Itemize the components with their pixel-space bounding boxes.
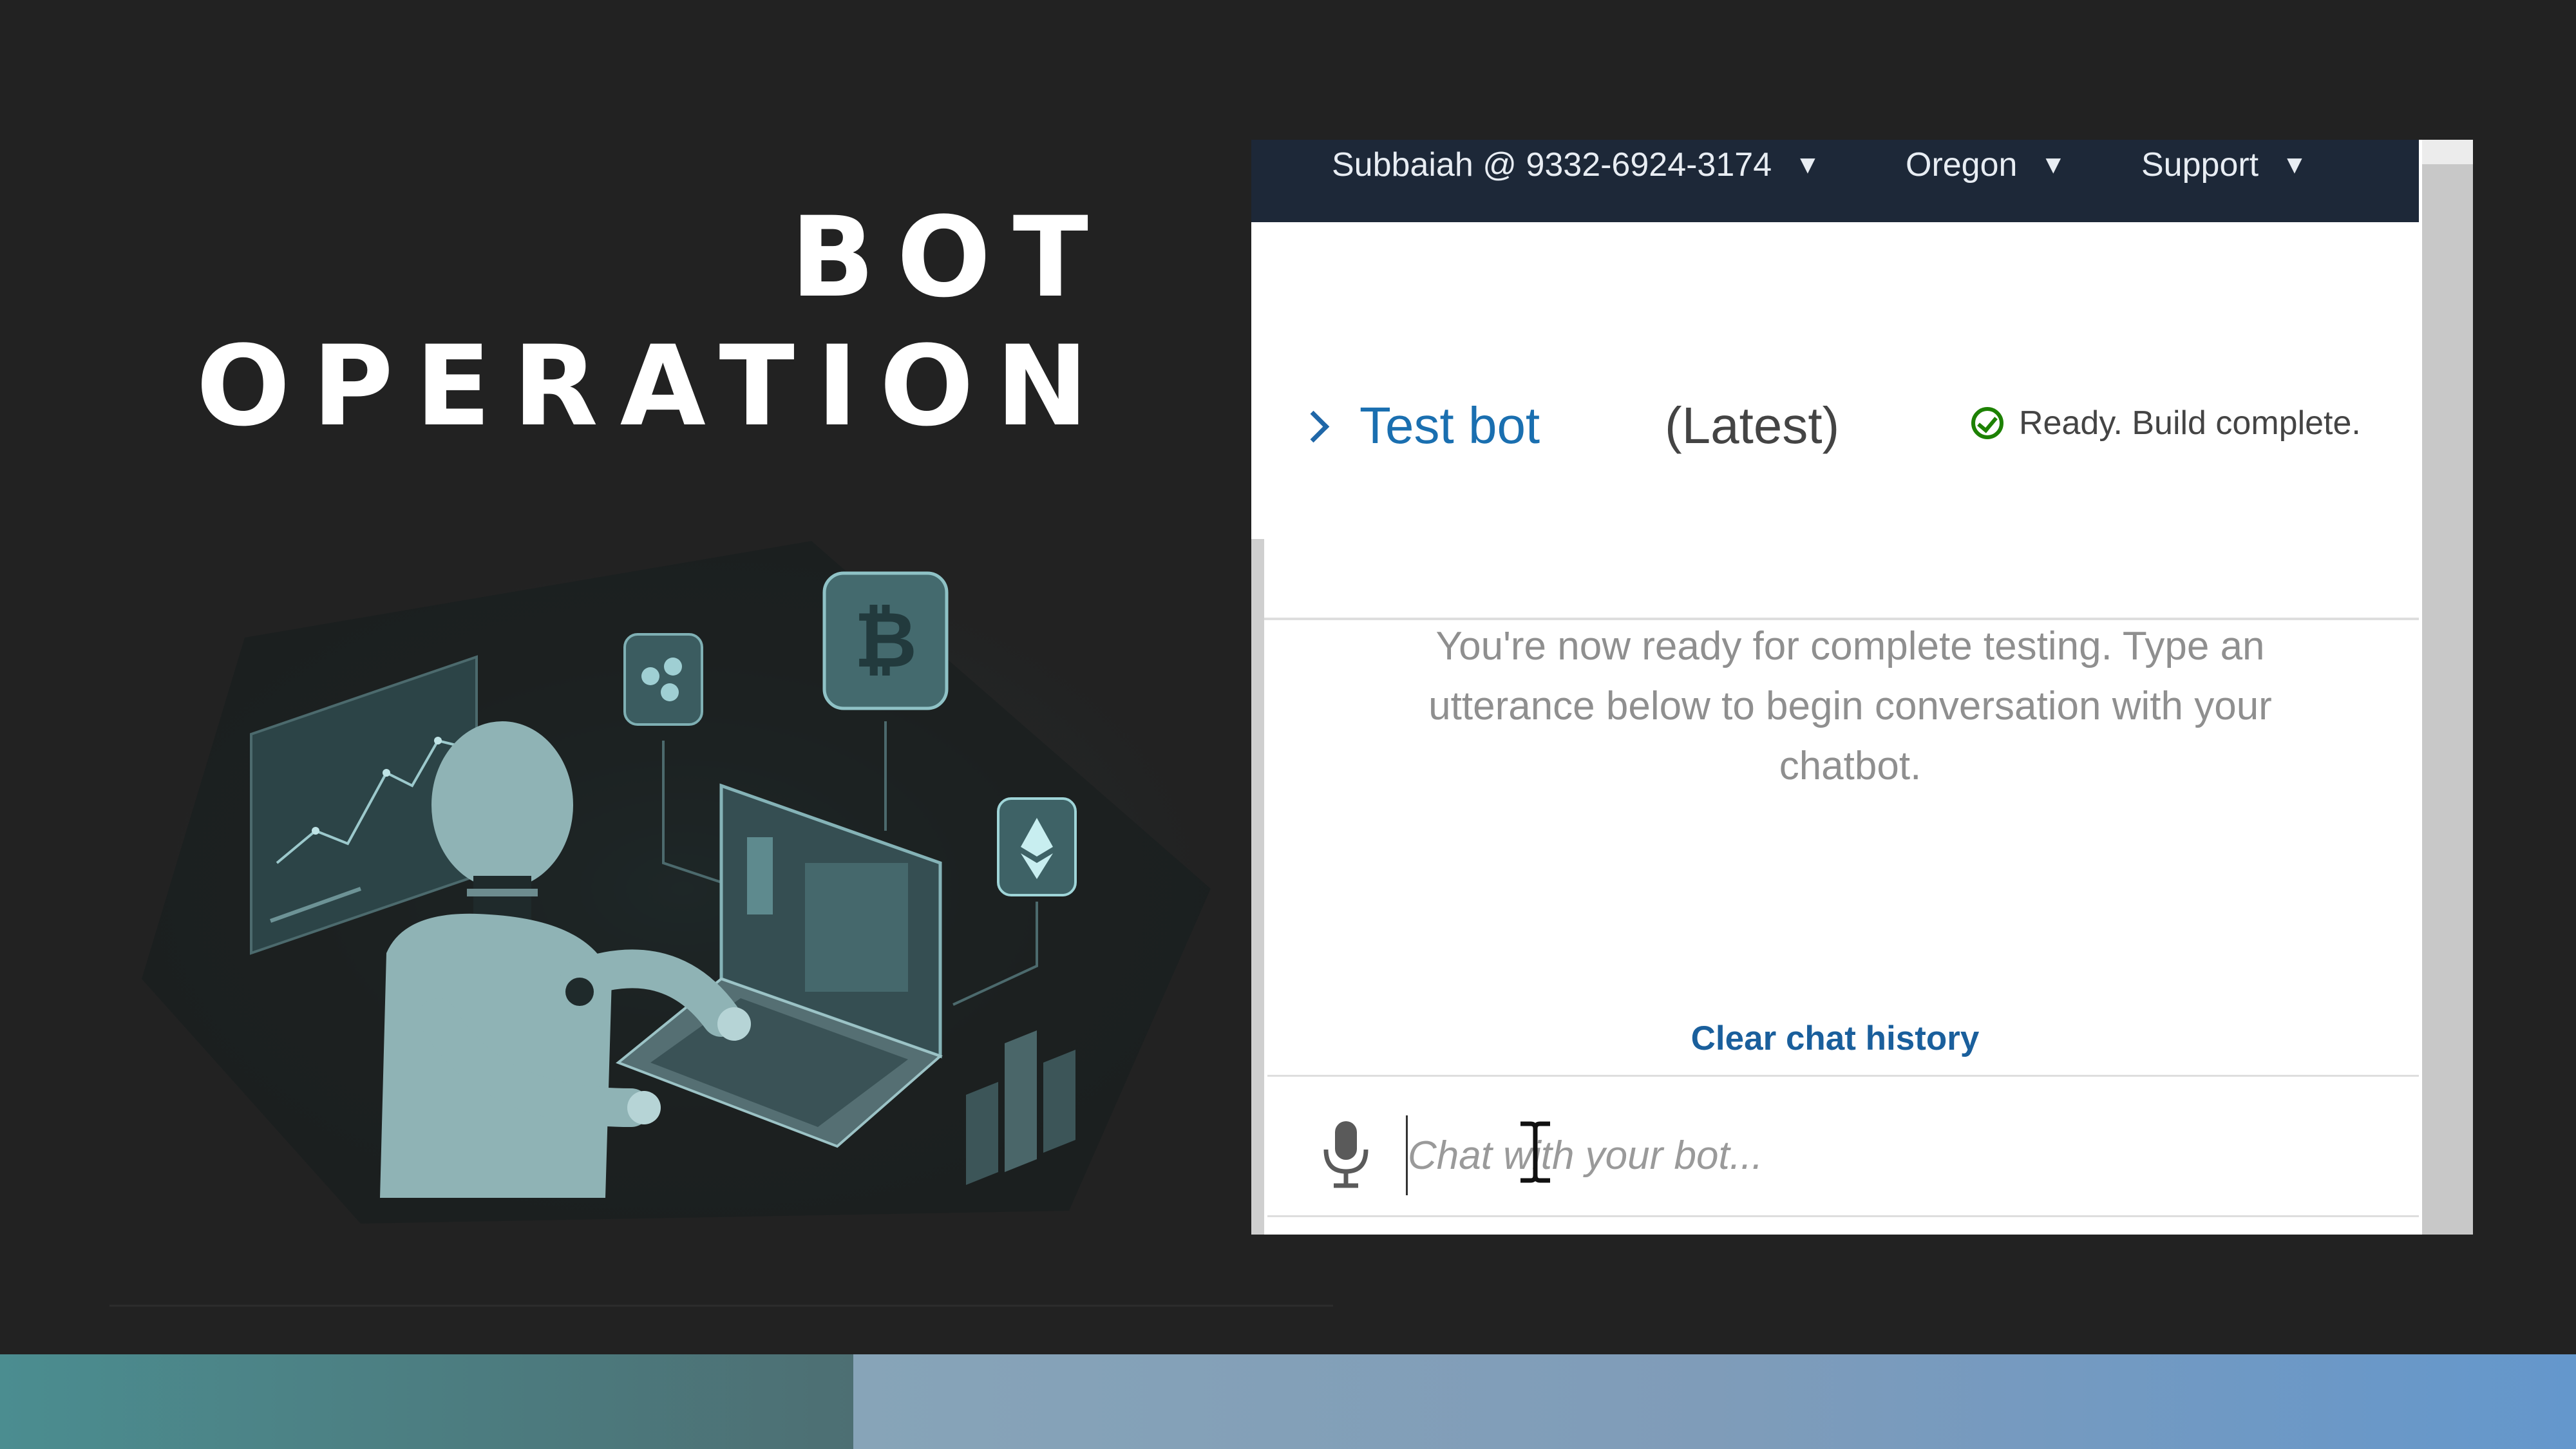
test-bot-header: Test bot (Latest) Ready. Build complete. xyxy=(1264,222,2417,618)
bot-version: (Latest) xyxy=(1665,397,1840,454)
divider xyxy=(1267,1075,2419,1077)
account-menu-label: Subbaiah @ 9332-6924-3174 xyxy=(1332,146,1772,184)
slide-title-line-1: BOT xyxy=(790,193,1110,322)
robot-using-laptop-icon: ₿ xyxy=(103,528,1262,1249)
support-menu-label: Support xyxy=(2141,146,2259,184)
slide-title-line-2: OPERATION xyxy=(196,321,1110,451)
scrollbar-cap xyxy=(2422,140,2473,164)
ripple-coin-icon xyxy=(623,633,703,726)
lex-console-panel: Subbaiah @ 9332-6924-3174 ▼ Oregon ▼ Sup… xyxy=(1251,140,2473,1235)
bitcoin-coin-icon: ₿ xyxy=(822,571,949,710)
region-menu[interactable]: Oregon ▼ xyxy=(1906,140,2066,190)
support-menu[interactable]: Support ▼ xyxy=(2141,140,2307,190)
svg-text:₿: ₿ xyxy=(854,596,917,685)
build-status-text: Ready. Build complete. xyxy=(2019,404,2361,442)
ethereum-coin-icon xyxy=(997,797,1077,896)
region-menu-label: Oregon xyxy=(1906,146,2018,184)
clear-chat-history-link[interactable]: Clear chat history xyxy=(1251,1019,2419,1058)
slide-title: BOT OPERATION xyxy=(196,193,1088,451)
footer-band-right xyxy=(853,1354,2576,1449)
scrollbar[interactable] xyxy=(2422,140,2473,1235)
account-menu[interactable]: Subbaiah @ 9332-6924-3174 ▼ xyxy=(1332,140,1821,190)
footer-rule xyxy=(109,1305,1333,1307)
caret-down-icon: ▼ xyxy=(1795,150,1821,179)
text-cursor-icon xyxy=(1520,1121,1550,1183)
testing-hint: You're now ready for complete testing. T… xyxy=(1428,624,2272,788)
bot-name: Test bot xyxy=(1359,397,1540,454)
console-nav-bar: Subbaiah @ 9332-6924-3174 ▼ Oregon ▼ Sup… xyxy=(1251,140,2419,222)
panel-edge xyxy=(1251,539,1264,1235)
footer-band-left xyxy=(0,1354,853,1449)
check-circle-icon xyxy=(1971,407,2003,439)
microphone-icon[interactable] xyxy=(1321,1119,1371,1189)
caret-down-icon: ▼ xyxy=(2282,150,2307,179)
caret-down-icon: ▼ xyxy=(2040,150,2067,179)
build-status: Ready. Build complete. xyxy=(1971,404,2361,442)
divider xyxy=(1267,1215,2419,1217)
chevron-right-icon[interactable] xyxy=(1297,410,1330,443)
